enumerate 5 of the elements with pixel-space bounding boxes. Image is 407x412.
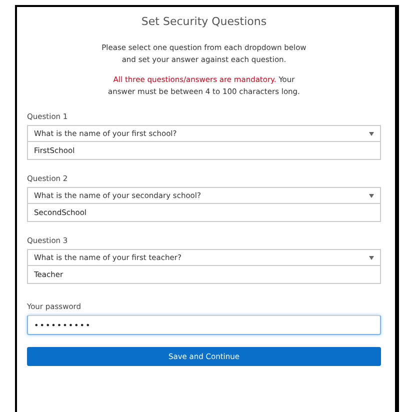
caret-icon: [369, 194, 374, 198]
password-field[interactable]: ••••••••••: [27, 315, 381, 335]
caret-icon: [369, 256, 374, 260]
caret-icon: [369, 132, 374, 136]
page-title: Set Security Questions: [140, 15, 268, 28]
